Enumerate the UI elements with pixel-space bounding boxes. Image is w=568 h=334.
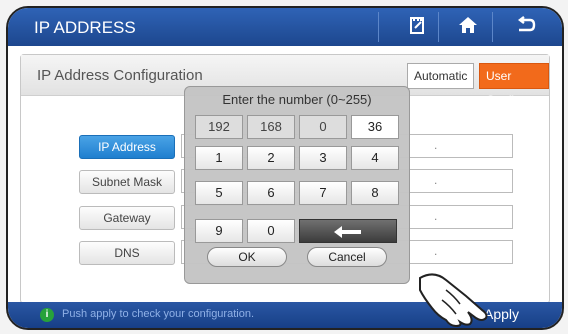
field-dot: . (434, 244, 438, 258)
ok-button[interactable]: OK (207, 247, 287, 267)
key-0[interactable]: 0 (247, 219, 295, 243)
back-icon[interactable] (514, 15, 538, 39)
field-dot: . (434, 173, 438, 187)
key-7[interactable]: 7 (299, 181, 347, 205)
note-edit-icon[interactable] (406, 15, 430, 39)
pointing-hand-icon (419, 273, 488, 328)
key-8[interactable]: 8 (351, 181, 399, 205)
key-1[interactable]: 1 (195, 146, 243, 170)
ip-address-label-button[interactable]: IP Address (79, 135, 175, 159)
keypad-prompt: Enter the number (0~255) (222, 92, 372, 107)
backspace-button[interactable] (299, 219, 397, 243)
automatic-mode-button[interactable]: Automatic (407, 63, 475, 89)
title-divider (492, 12, 493, 42)
field-dot: . (434, 209, 438, 223)
home-icon[interactable] (456, 15, 480, 39)
panel-title: IP Address Configuration (37, 67, 203, 84)
field-dot: . (434, 138, 438, 152)
left-arrow-icon (334, 225, 361, 238)
octet-1[interactable]: 192 (195, 115, 243, 139)
key-9[interactable]: 9 (195, 219, 243, 243)
key-4[interactable]: 4 (351, 146, 399, 170)
user-config-mode-button[interactable]: User Config (479, 63, 549, 107)
title-bar: IP ADDRESS (8, 8, 562, 46)
key-6[interactable]: 6 (247, 181, 295, 205)
dns-label-button[interactable]: DNS (79, 241, 175, 265)
key-2[interactable]: 2 (247, 146, 295, 170)
hint-text: Push apply to check your configuration. (62, 308, 255, 320)
title-divider (438, 12, 439, 42)
subnet-mask-label-button[interactable]: Subnet Mask (79, 170, 175, 194)
device-screen: IP ADDRESS IP Address Configuration Auto… (6, 6, 564, 330)
number-keypad: Enter the number (0~255) 192 168 0 36 1 … (184, 86, 410, 284)
page-title: IP ADDRESS (34, 18, 136, 37)
title-divider (378, 12, 379, 42)
key-5[interactable]: 5 (195, 181, 243, 205)
cancel-button[interactable]: Cancel (307, 247, 387, 267)
info-icon: i (40, 308, 54, 322)
key-3[interactable]: 3 (299, 146, 347, 170)
octet-4[interactable]: 36 (351, 115, 399, 139)
gateway-label-button[interactable]: Gateway (79, 206, 175, 230)
octet-3[interactable]: 0 (299, 115, 347, 139)
octet-2[interactable]: 168 (247, 115, 295, 139)
